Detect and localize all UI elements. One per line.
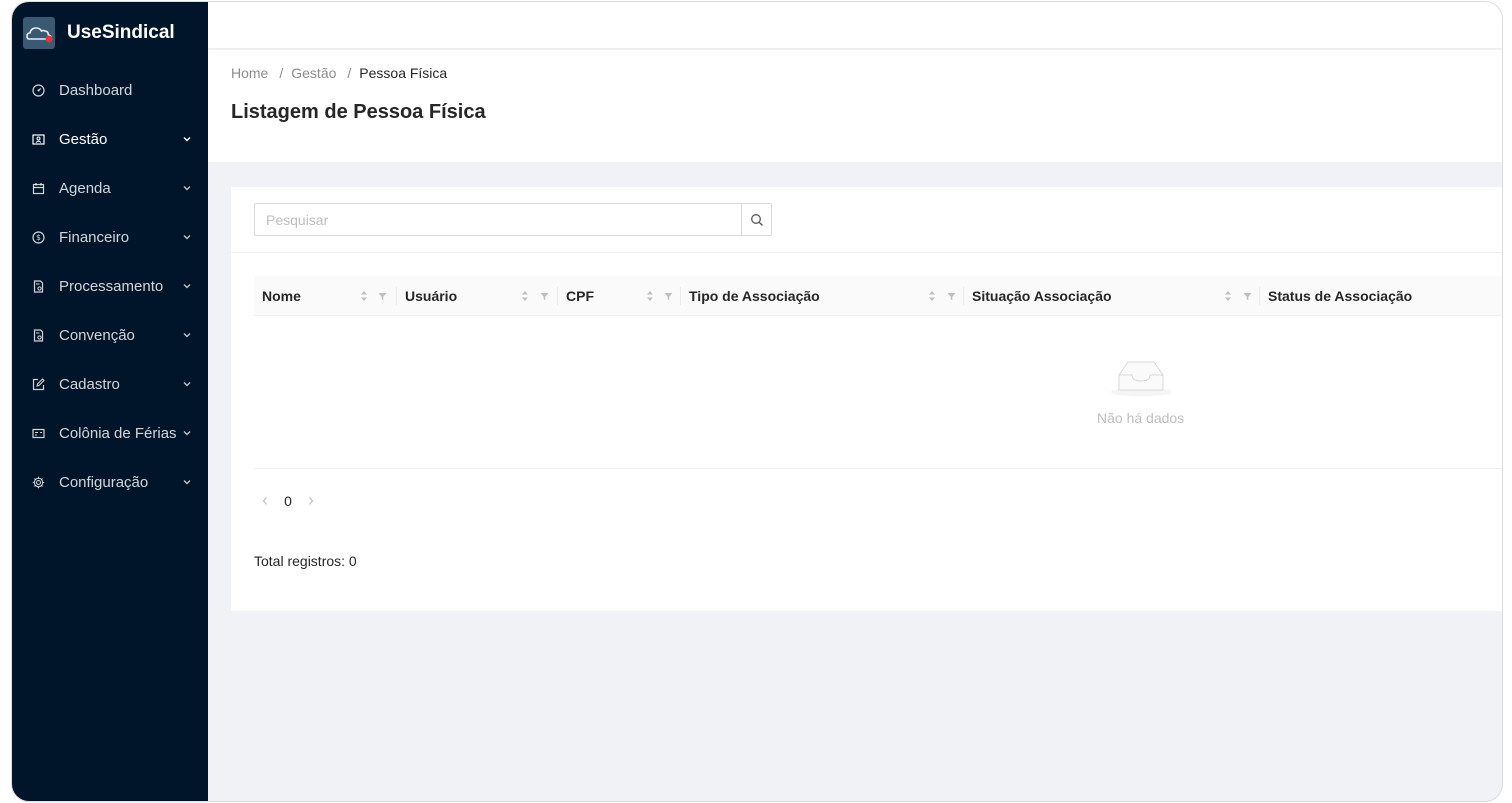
sidebar-item-label: Configuração bbox=[59, 474, 149, 491]
column-label: Tipo de Associação bbox=[689, 288, 820, 304]
empty-state: Não há dados bbox=[254, 316, 1502, 469]
sidebar-item-configuracao[interactable]: Configuração bbox=[12, 458, 208, 507]
list-card: Nome Usuário CPF bbox=[231, 187, 1502, 611]
sidebar-item-gestao[interactable]: Gestão bbox=[12, 115, 208, 164]
table-header: Nome Usuário CPF Tipo de Associação Situ… bbox=[254, 276, 1502, 316]
column-label: Nome bbox=[262, 288, 301, 304]
chevron-down-icon bbox=[183, 137, 191, 142]
chevron-right-icon bbox=[309, 497, 314, 505]
dashboard-icon bbox=[32, 84, 45, 97]
page-number[interactable]: 0 bbox=[276, 493, 300, 509]
svg-text:$: $ bbox=[36, 233, 41, 242]
sidebar: UseSindical Dashboard Gestão Agenda $ Fi… bbox=[12, 2, 208, 801]
column-header-situacao-associacao[interactable]: Situação Associação bbox=[964, 276, 1260, 316]
sidebar-item-colonia-de-ferias[interactable]: Colônia de Férias bbox=[12, 409, 208, 458]
app-window: UseSindical Dashboard Gestão Agenda $ Fi… bbox=[11, 1, 1503, 802]
dollar-icon: $ bbox=[32, 231, 45, 244]
filter-icon[interactable] bbox=[947, 292, 956, 301]
sidebar-item-label: Processamento bbox=[59, 278, 164, 295]
column-label: Status de Associação bbox=[1268, 288, 1413, 304]
chevron-left-icon bbox=[262, 497, 267, 505]
document-icon bbox=[32, 280, 45, 293]
column-header-status-de-associacao[interactable]: Status de Associação bbox=[1260, 276, 1502, 316]
brand[interactable]: UseSindical bbox=[23, 16, 175, 50]
page-header: Home / Gestão / Pessoa Física Listagem d… bbox=[208, 50, 1502, 162]
chevron-down-icon bbox=[183, 333, 191, 338]
search-button[interactable] bbox=[741, 203, 772, 236]
gestao-icon bbox=[32, 133, 45, 146]
column-header-nome[interactable]: Nome bbox=[254, 276, 397, 316]
sort-icon[interactable] bbox=[1224, 290, 1232, 302]
search-icon bbox=[750, 213, 763, 226]
sort-icon[interactable] bbox=[928, 290, 936, 302]
column-header-tipo-de-associacao[interactable]: Tipo de Associação bbox=[681, 276, 964, 316]
sidebar-item-label: Dashboard bbox=[59, 82, 133, 99]
empty-inbox-icon bbox=[1111, 361, 1171, 397]
sidebar-item-cadastro[interactable]: Cadastro bbox=[12, 360, 208, 409]
chevron-down-icon bbox=[183, 284, 191, 289]
sidebar-item-processamento[interactable]: Processamento bbox=[12, 262, 208, 311]
chevron-down-icon bbox=[183, 480, 191, 485]
sidebar-item-label: Gestão bbox=[59, 131, 108, 148]
sidebar-item-label: Colônia de Férias bbox=[59, 425, 177, 442]
filter-icon[interactable] bbox=[378, 292, 387, 301]
brand-name: UseSindical bbox=[67, 22, 175, 43]
brand-logo bbox=[23, 17, 55, 49]
sort-icon[interactable] bbox=[646, 290, 654, 302]
empty-text: Não há dados bbox=[1097, 410, 1185, 426]
search-input[interactable] bbox=[254, 203, 741, 236]
column-label: Situação Associação bbox=[972, 288, 1112, 304]
document-icon bbox=[32, 329, 45, 342]
filter-icon[interactable] bbox=[540, 292, 549, 301]
sidebar-item-dashboard[interactable]: Dashboard bbox=[12, 66, 208, 115]
gear-icon bbox=[32, 476, 45, 489]
card-icon bbox=[32, 427, 45, 440]
sidebar-item-financeiro[interactable]: $ Financeiro bbox=[12, 213, 208, 262]
prev-page-button[interactable] bbox=[254, 490, 276, 512]
chevron-down-icon bbox=[183, 235, 191, 240]
chevron-down-icon bbox=[183, 431, 191, 436]
chevron-down-icon bbox=[183, 382, 191, 387]
page-title: Listagem de Pessoa Física bbox=[231, 101, 486, 123]
next-page-button[interactable] bbox=[300, 490, 322, 512]
sidebar-item-label: Financeiro bbox=[59, 229, 130, 246]
total-records: Total registros: 0 bbox=[254, 553, 357, 569]
search-bar bbox=[254, 203, 772, 236]
breadcrumb: Home / Gestão / Pessoa Física bbox=[231, 65, 447, 81]
data-table: Nome Usuário CPF Tipo de Associação Situ… bbox=[254, 276, 1502, 469]
main-content: Home / Gestão / Pessoa Física Listagem d… bbox=[208, 2, 1502, 801]
sidebar-item-label: Agenda bbox=[59, 180, 111, 197]
sidebar-item-label: Cadastro bbox=[59, 376, 120, 393]
breadcrumb-home[interactable]: Home bbox=[231, 65, 268, 81]
sort-icon[interactable] bbox=[521, 290, 529, 302]
breadcrumb-separator: / bbox=[347, 65, 352, 81]
filter-icon[interactable] bbox=[664, 292, 673, 301]
calendar-icon bbox=[32, 182, 45, 195]
column-header-cpf[interactable]: CPF bbox=[558, 276, 681, 316]
breadcrumb-current: Pessoa Física bbox=[359, 65, 448, 81]
chevron-down-icon bbox=[183, 186, 191, 191]
breadcrumb-separator: / bbox=[279, 65, 284, 81]
column-header-usuario[interactable]: Usuário bbox=[397, 276, 558, 316]
breadcrumb-gestao[interactable]: Gestão bbox=[291, 65, 336, 81]
sort-icon[interactable] bbox=[360, 290, 368, 302]
sidebar-item-agenda[interactable]: Agenda bbox=[12, 164, 208, 213]
sidebar-item-label: Convenção bbox=[59, 327, 135, 344]
column-label: CPF bbox=[566, 288, 594, 304]
divider bbox=[231, 252, 1502, 253]
column-label: Usuário bbox=[405, 288, 458, 304]
filter-icon[interactable] bbox=[1243, 292, 1252, 301]
pagination: 0 bbox=[254, 490, 322, 512]
top-header bbox=[208, 2, 1502, 49]
sidebar-item-convencao[interactable]: Convenção bbox=[12, 311, 208, 360]
edit-icon bbox=[32, 378, 45, 391]
sidebar-menu: Dashboard Gestão Agenda $ Financeiro Pro… bbox=[12, 66, 208, 507]
